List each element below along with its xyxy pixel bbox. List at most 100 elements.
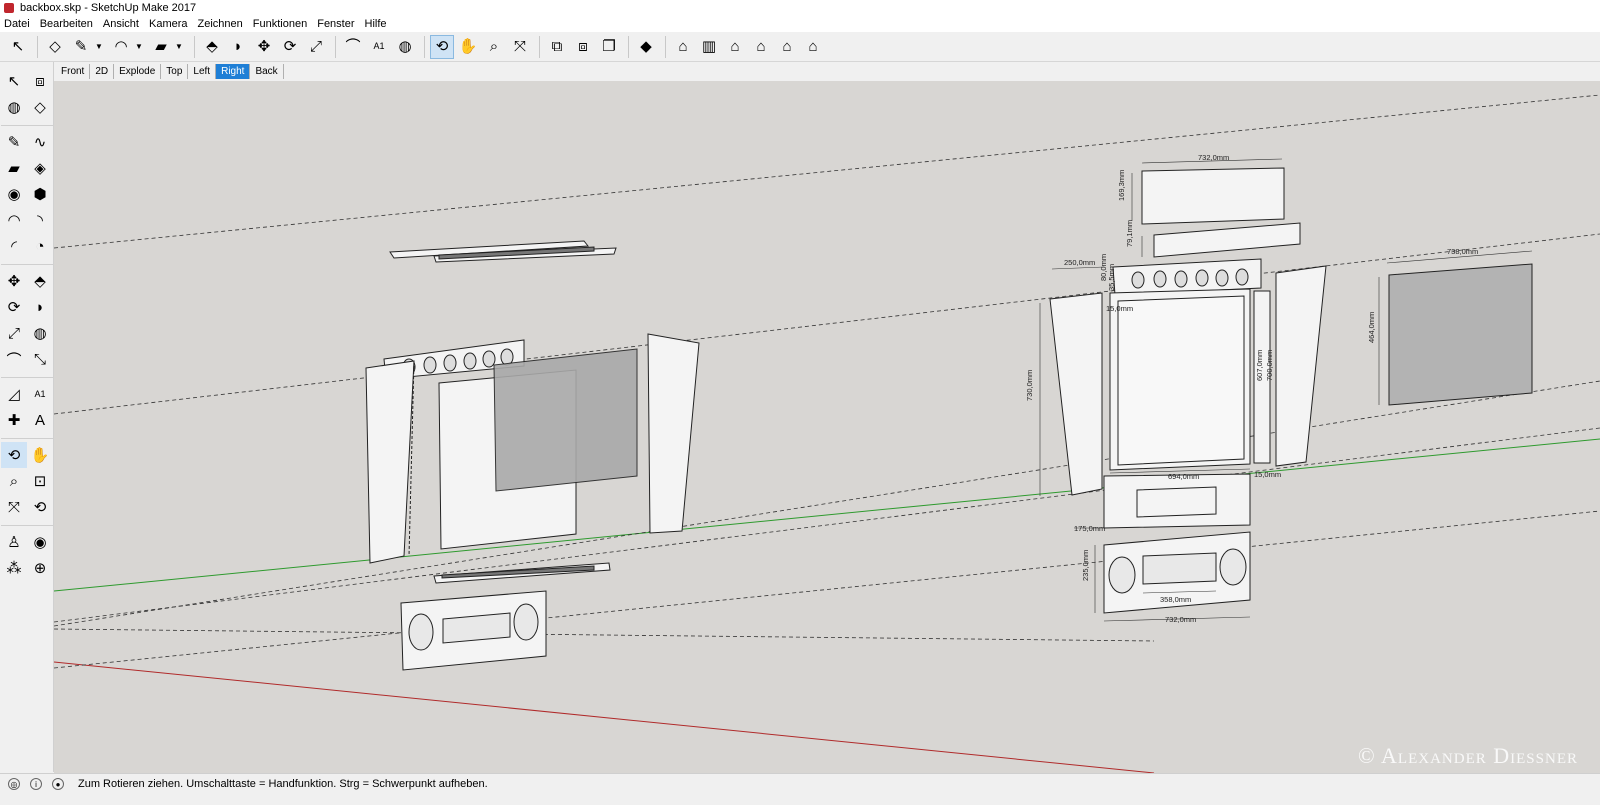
push-pull-icon[interactable]: ⬘ [27,268,53,294]
follow-me-icon[interactable]: ◗ [226,35,250,59]
pie-icon[interactable]: ◔ [27,233,53,259]
freehand-icon[interactable]: ∿ [27,129,53,155]
toolbar-separator [539,35,540,58]
scene-tab-explode[interactable]: Explode [114,63,162,79]
menu-funktionen[interactable]: Funktionen [253,18,307,30]
menu-ansicht[interactable]: Ansicht [103,18,139,30]
share-model-icon[interactable]: ⧈ [571,35,595,59]
geo-location-icon[interactable]: ◎ [8,778,20,790]
sketchup-window: backbox.skp - SketchUp Make 2017 Datei Be… [0,0,1600,805]
pencil-line-icon[interactable]: ✎ [69,35,93,59]
make-component-icon[interactable]: ⧈ [27,68,53,94]
protractor-icon[interactable]: ◿ [1,381,27,407]
left-view-icon[interactable]: ⌂ [801,35,825,59]
paint-icon[interactable]: ◍ [1,94,27,120]
offset-icon[interactable]: ◍ [27,320,53,346]
three-point-arc-icon[interactable]: ◜ [1,233,27,259]
right-dimensioned-model [1049,167,1533,614]
palette-divider [1,433,53,439]
line-icon[interactable]: ✎ [1,129,27,155]
scene-tab-right[interactable]: Right [216,63,251,79]
main-toolbar: ↖ ◇ ✎ ▼ ◠ ▼ ▰ ▼ ⬘ ◗ ✥ ⟳ ⤢ ⌒ A1 ◍ ⟲ ✋ ⌕ ⤧ ⧉ ⧈ ❐ ◆ ⌂ ▥ ⌂ ⌂ ⌂ ⌂ [0,32,1600,62]
text-icon[interactable]: A1 [367,35,391,59]
front-view-icon[interactable]: ⌂ [723,35,747,59]
follow-me-icon[interactable]: ◗ [27,294,53,320]
rotate-icon[interactable]: ⟳ [278,35,302,59]
axes-icon[interactable]: ✚ [1,407,27,433]
zoom-icon[interactable]: ⌕ [1,468,27,494]
info-icon[interactable]: i [30,778,42,790]
dropdown-arrow-icon[interactable]: ▼ [175,42,185,51]
dimension-label: 235,0mm [1081,550,1090,581]
menu-datei[interactable]: Datei [4,18,30,30]
section-plane-icon[interactable]: ⊕ [27,555,53,581]
pan-icon[interactable]: ✋ [27,442,53,468]
left-exploded-model [365,240,700,671]
dimension-label: 700,0mm [1265,350,1274,381]
paint-bucket-icon[interactable]: ◍ [393,35,417,59]
toolbar-separator [628,35,629,58]
select-tool-icon[interactable]: ↖ [6,35,30,59]
position-camera-icon[interactable]: ♙ [1,529,27,555]
rotated-rectangle-icon[interactable]: ◈ [27,155,53,181]
two-point-arc-icon[interactable]: ◝ [27,207,53,233]
zoom-window-icon[interactable]: ⊡ [27,468,53,494]
polygon-icon[interactable]: ⬢ [27,181,53,207]
scene-tab-left[interactable]: Left [188,63,217,79]
3d-viewport[interactable]: 732,0mm 169,3mm 79,1mm 250,0mm 80,0mm 35,5mm 1… [54,81,1600,773]
push-pull-icon[interactable]: ⬘ [200,35,224,59]
zoom-extents-icon[interactable]: ⤧ [508,35,532,59]
rectangle-icon[interactable]: ▰ [1,155,27,181]
status-text: Zum Rotieren ziehen. Umschalttaste = Han… [78,778,488,790]
move-icon[interactable]: ✥ [252,35,276,59]
scene-tab-back[interactable]: Back [250,63,284,79]
menu-bar: Datei Bearbeiten Ansicht Kamera Zeichnen Funk… [0,16,1600,32]
tape-measure-icon[interactable]: ⌒ [341,35,365,59]
menu-fenster[interactable]: Fenster [317,18,354,30]
orbit-icon[interactable]: ⟲ [430,34,454,59]
eraser-icon[interactable]: ◇ [43,35,67,59]
3d-text-icon[interactable]: A [27,407,53,433]
right-view-icon[interactable]: ⌂ [749,35,773,59]
user-icon[interactable]: ● [52,778,64,790]
dimension-label: 732,0mm [1198,153,1229,162]
select-icon[interactable]: ↖ [1,68,27,94]
previous-view-icon[interactable]: ⟲ [27,494,53,520]
arc-icon[interactable]: ◠ [1,207,27,233]
pan-icon[interactable]: ✋ [456,35,480,59]
menu-kamera[interactable]: Kamera [149,18,188,30]
text-icon[interactable]: A1 [27,381,53,407]
menu-zeichnen[interactable]: Zeichnen [198,18,243,30]
dropdown-arrow-icon[interactable]: ▼ [95,42,105,51]
look-around-icon[interactable]: ◉ [27,529,53,555]
rotate-icon[interactable]: ⟳ [1,294,27,320]
extension-icon[interactable]: ❐ [597,35,621,59]
erase-icon[interactable]: ◇ [27,94,53,120]
circle-icon[interactable]: ◉ [1,181,27,207]
dimension-label: 35,5mm [1107,264,1116,291]
zoom-extents-icon[interactable]: ⤧ [1,494,27,520]
scene-tab-top[interactable]: Top [161,63,189,79]
zoom-icon[interactable]: ⌕ [482,35,506,59]
top-view-icon[interactable]: ▥ [697,35,721,59]
menu-hilfe[interactable]: Hilfe [365,18,387,30]
move-icon[interactable]: ✥ [1,268,27,294]
green-axis-line [54,438,1600,592]
tape-measure-icon[interactable]: ⌒ [1,346,27,372]
scale-icon[interactable]: ⤢ [304,35,328,59]
iso-view-icon[interactable]: ⌂ [671,35,695,59]
scene-tab-front[interactable]: Front [56,63,91,79]
dimension-icon[interactable]: ⤡ [27,346,53,372]
warehouse-icon[interactable]: ⧉ [545,35,569,59]
scale-icon[interactable]: ⤢ [1,320,27,346]
walk-icon[interactable]: ⁂ [1,555,27,581]
back-view-icon[interactable]: ⌂ [775,35,799,59]
rectangle-icon[interactable]: ▰ [149,35,173,59]
menu-bearbeiten[interactable]: Bearbeiten [40,18,93,30]
scene-tab-2d[interactable]: 2D [90,63,115,79]
dropdown-arrow-icon[interactable]: ▼ [135,42,145,51]
ruby-icon[interactable]: ◆ [634,35,658,59]
arc-icon[interactable]: ◠ [109,35,133,59]
orbit-icon[interactable]: ⟲ [1,442,27,468]
dimension-label: 607,0mm [1255,350,1264,381]
